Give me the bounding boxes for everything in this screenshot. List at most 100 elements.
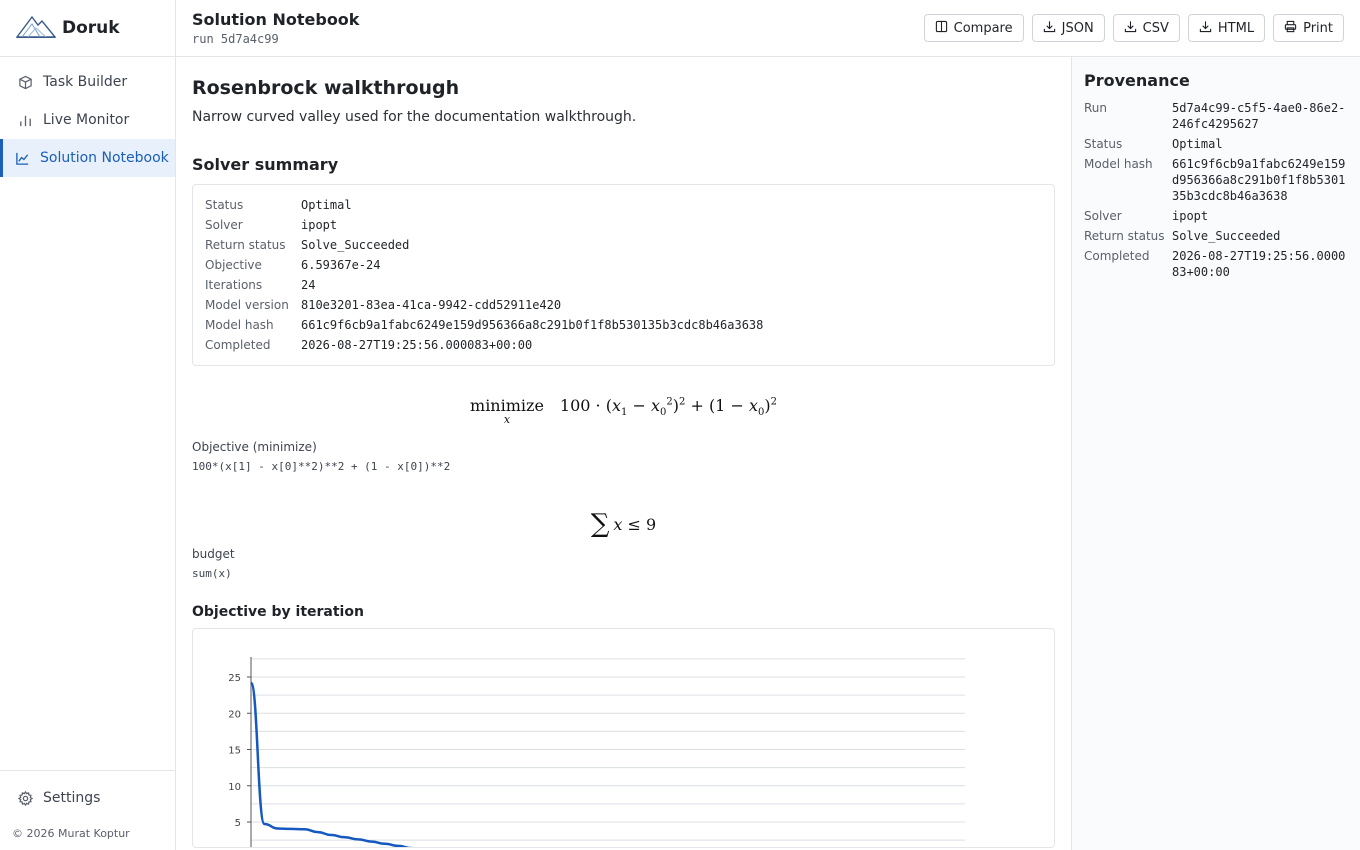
copyright: © 2026 Murat Koptur — [12, 827, 130, 840]
summary-value: ipopt — [301, 218, 338, 232]
chart-y-tick-label: 15 — [228, 746, 241, 757]
summary-value: 6.59367e-24 — [301, 258, 381, 272]
summary-value: Solve_Succeeded — [301, 238, 410, 252]
chart-y-tick-label: 5 — [235, 818, 241, 829]
main: Solution Notebook run 5d7a4c99 Compare J… — [176, 0, 1360, 850]
export-csv-button[interactable]: CSV — [1112, 14, 1180, 42]
provenance-key: Run — [1084, 101, 1108, 115]
provenance-row: Return status Solve_Succeeded — [1084, 228, 1348, 244]
line-chart-icon — [14, 150, 30, 166]
mountain-logo-icon — [15, 13, 57, 43]
provenance-row: Status Optimal — [1084, 136, 1348, 152]
html-label: HTML — [1217, 20, 1255, 36]
provenance-key: Model hash — [1084, 157, 1153, 171]
solver-summary: Status Optimal Solver ipopt Return status S… — [192, 184, 1055, 366]
toolbar: Compare JSON CSV HTML Print — [923, 14, 1344, 42]
provenance-panel: Provenance Run 5d7a4c99-c5f5-4ae0-86e2-24… — [1072, 57, 1360, 850]
provenance-row: Completed 2026-08-27T19:25:56.000083+00:0… — [1084, 248, 1348, 280]
sum-symbol: ∑ — [590, 509, 610, 539]
provenance-title: Provenance — [1084, 71, 1190, 90]
provenance-value: Optimal — [1172, 137, 1223, 151]
notebook: Rosenbrock walkthrough Narrow curved val… — [176, 57, 1072, 850]
sidebar-item-live-monitor[interactable]: Live Monitor — [0, 101, 175, 139]
chart-svg: 5 10 15 20 25 — [228, 657, 965, 847]
title-block: Solution Notebook run 5d7a4c99 — [192, 10, 359, 46]
summary-row: Solver ipopt — [205, 215, 1042, 235]
summary-row: Iterations 24 — [205, 275, 1042, 295]
sidebar-item-task-builder[interactable]: Task Builder — [0, 63, 175, 101]
provenance-row: Run 5d7a4c99-c5f5-4ae0-86e2-246fc4295627 — [1084, 100, 1348, 132]
summary-row: Model hash 661c9f6cb9a1fabc6249e159d95636… — [205, 315, 1042, 335]
provenance-value: Solve_Succeeded — [1172, 229, 1281, 243]
sidebar: Doruk Task Builder Live Monitor Solution… — [0, 0, 176, 850]
sidebar-item-solution-notebook[interactable]: Solution Notebook — [0, 139, 175, 177]
summary-key: Model hash — [205, 318, 274, 332]
summary-key: Status — [205, 198, 244, 212]
summary-key: Return status — [205, 238, 286, 252]
sidebar-item-label: Task Builder — [43, 74, 128, 90]
objective-formula: minimize x 100 · (x1 − x02)2 + (1 − x0)2 — [192, 396, 1055, 436]
notebook-description: Narrow curved valley used for the docume… — [192, 109, 637, 125]
compare-button[interactable]: Compare — [923, 14, 1024, 42]
sidebar-footer: Settings © 2026 Murat Koptur — [0, 770, 175, 850]
summary-value: 661c9f6cb9a1fabc6249e159d956366a8c291b0f… — [301, 318, 764, 332]
constraint-formula: ∑ x ≤ 9 — [192, 505, 1055, 543]
objective-chart: 5 10 15 20 25 — [192, 628, 1055, 848]
download-icon — [1199, 20, 1212, 37]
summary-row: Completed 2026-08-27T19:25:56.000083+00:0… — [205, 335, 1042, 355]
summary-row: Objective 6.59367e-24 — [205, 255, 1042, 275]
print-button[interactable]: Print — [1273, 14, 1344, 42]
chart-y-tick-label: 10 — [228, 782, 241, 793]
summary-key: Iterations — [205, 278, 263, 292]
summary-value: Optimal — [301, 198, 352, 212]
bar-chart-icon — [17, 112, 33, 128]
json-label: JSON — [1061, 20, 1094, 36]
export-json-button[interactable]: JSON — [1031, 14, 1105, 42]
provenance-value: 5d7a4c99-c5f5-4ae0-86e2-246fc4295627 — [1172, 101, 1346, 131]
sidebar-item-settings[interactable]: Settings — [0, 779, 175, 817]
chart-y-tick-label: 25 — [228, 673, 241, 684]
summary-value: 2026-08-27T19:25:56.000083+00:00 — [301, 338, 533, 352]
csv-label: CSV — [1142, 20, 1169, 36]
notebook-title: Rosenbrock walkthrough — [192, 77, 460, 99]
brand-name: Doruk — [62, 18, 120, 38]
printer-icon — [1284, 20, 1297, 37]
download-icon — [1043, 20, 1056, 37]
objective-expression: 100 · (x1 − x02)2 + (1 − x0)2 — [559, 396, 777, 419]
summary-value: 810e3201-83ea-41ca-9942-cdd52911e420 — [301, 298, 562, 312]
chart-y-tick-label: 20 — [228, 709, 241, 720]
summary-key: Objective — [205, 258, 262, 272]
compare-label: Compare — [953, 20, 1013, 36]
download-icon — [1124, 20, 1137, 37]
provenance-value: ipopt — [1172, 209, 1209, 223]
summary-key: Model version — [205, 298, 289, 312]
gear-icon — [17, 790, 33, 806]
export-html-button[interactable]: HTML — [1187, 14, 1266, 42]
sidebar-nav: Task Builder Live Monitor Solution Noteb… — [0, 57, 175, 770]
provenance-value: 2026-08-27T19:25:56.000083+00:00 — [1172, 249, 1346, 279]
provenance-row: Model hash 661c9f6cb9a1fabc6249e159d95636… — [1084, 156, 1348, 204]
summary-row: Status Optimal — [205, 195, 1042, 215]
cube-icon — [17, 74, 33, 90]
settings-label: Settings — [43, 790, 101, 806]
content: Rosenbrock walkthrough Narrow curved val… — [176, 57, 1360, 850]
summary-value: 24 — [301, 278, 316, 292]
page-title: Solution Notebook — [192, 10, 360, 29]
brand[interactable]: Doruk — [0, 0, 175, 57]
minimize-operator: minimize x — [470, 396, 544, 426]
sidebar-item-label: Live Monitor — [43, 112, 130, 128]
constraint-code: sum(x) — [192, 567, 232, 580]
chart-series-line — [249, 681, 415, 847]
constraint-expression: x ≤ 9 — [613, 514, 657, 534]
sidebar-item-label: Solution Notebook — [40, 150, 169, 166]
provenance-row: Solver ipopt — [1084, 208, 1348, 224]
objective-code: 100*(x[1] - x[0]**2)**2 + (1 - x[0])**2 — [192, 460, 451, 473]
summary-row: Model version 810e3201-83ea-41ca-9942-cdd… — [205, 295, 1042, 315]
header: Solution Notebook run 5d7a4c99 Compare J… — [176, 0, 1360, 57]
provenance-key: Return status — [1084, 229, 1165, 243]
provenance-key: Status — [1084, 137, 1123, 151]
columns-icon — [935, 20, 948, 37]
summary-key: Solver — [205, 218, 243, 232]
print-label: Print — [1303, 20, 1333, 36]
summary-row: Return status Solve_Succeeded — [205, 235, 1042, 255]
